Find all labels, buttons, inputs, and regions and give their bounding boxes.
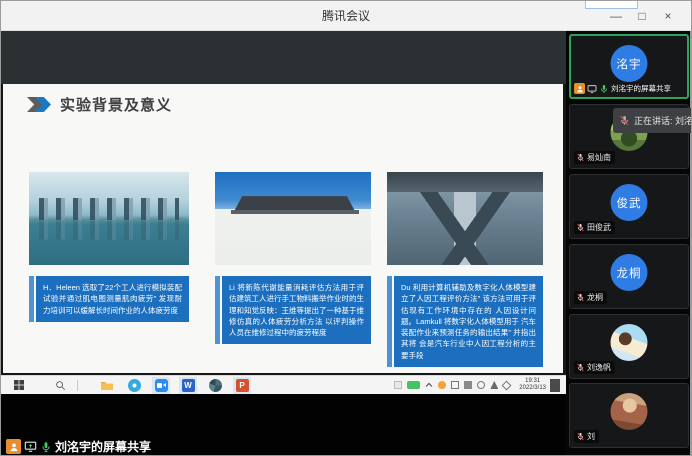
- file-explorer-icon[interactable]: [98, 377, 116, 394]
- participant-tile-sharer[interactable]: 洺宇 刘洺宇的屏幕共享: [569, 34, 689, 99]
- system-tray: [394, 381, 510, 389]
- slide-textbox-2: Li 将新陈代谢能量消耗评估方法用于评估建筑工人进行手工物料搬举作业时的生理和知…: [215, 276, 371, 344]
- participants-sidebar: 洺宇 刘洺宇的屏幕共享: [566, 31, 692, 456]
- participant-status-row: 刘洺宇的屏幕共享: [574, 83, 685, 94]
- textbox-text: Li 将新陈代谢能量消耗评估方法用于评估建筑工人进行手工物料搬举作业时的生理和知…: [222, 276, 371, 344]
- participant-name-pill: 龙桐: [574, 291, 607, 304]
- slide-image-city-skyline: [29, 172, 189, 265]
- participant-name-pill: 易灿南: [574, 151, 615, 164]
- tray-expand-icon[interactable]: [425, 382, 433, 388]
- word-icon[interactable]: W: [179, 377, 197, 394]
- avatar-initials: 龙桐: [611, 254, 648, 291]
- shared-screen-area: 实验背景及意义 H．Heleen 选取了22个工人进行模拟装配试验并通过肌电图测…: [1, 31, 566, 456]
- tray-icon[interactable]: [394, 381, 402, 389]
- textbox-accent-bar: [387, 276, 392, 367]
- meeting-main-area: 实验背景及意义 H．Heleen 选取了22个工人进行模拟装配试验并通过肌电图测…: [1, 31, 691, 455]
- close-button[interactable]: ×: [655, 9, 681, 23]
- textbox-accent-bar: [29, 276, 34, 322]
- speaking-toast-text: 正在讲话: 刘洺: [634, 114, 692, 127]
- avatar-initials: 俊武: [611, 184, 648, 221]
- tray-icon[interactable]: [464, 381, 472, 389]
- screen-share-banner-label: 刘洺宇的屏幕共享: [55, 438, 151, 455]
- slide-column-2: Li 将新陈代谢能量消耗评估方法用于评估建筑工人进行手工物料搬举作业时的生理和知…: [215, 172, 371, 344]
- screen-share-icon: [587, 84, 597, 94]
- tencent-meeting-taskbar-icon[interactable]: [152, 377, 170, 394]
- mic-muted-icon: [576, 223, 585, 232]
- participant-name-pill: 田俊武: [574, 221, 615, 234]
- mic-muted-icon: [619, 115, 630, 126]
- participant-tile[interactable]: 刘逸帆: [569, 314, 689, 379]
- qq-tray-icon[interactable]: [438, 381, 446, 389]
- mic-muted-icon: [576, 363, 585, 372]
- participant-name: 刘: [587, 431, 595, 442]
- start-button[interactable]: [11, 377, 27, 394]
- slide-textbox-1: H．Heleen 选取了22个工人进行模拟装配试验并通过肌电图测量肌肉疲劳” 发…: [29, 276, 189, 322]
- clock-date: 2022/3/13: [519, 385, 546, 392]
- powerpoint-icon[interactable]: P: [233, 377, 251, 394]
- speaking-toast: 正在讲话: 刘洺: [613, 108, 692, 133]
- tencent-meeting-window: 腾讯会议 — □ × 实验背景及意义 H．H: [0, 0, 692, 456]
- host-badge-icon: [6, 439, 21, 454]
- screen-share-icon: [24, 440, 37, 453]
- minimize-button[interactable]: —: [603, 9, 629, 23]
- taskbar-search-icon[interactable]: [53, 377, 67, 394]
- slide-image-staircase: [387, 172, 543, 265]
- avatar-photo: [611, 393, 648, 430]
- media-player-icon[interactable]: [125, 377, 143, 394]
- slide-image-traditional-roof: [215, 172, 371, 265]
- participant-name: 田俊武: [587, 222, 611, 233]
- maximize-button[interactable]: □: [629, 9, 655, 23]
- battery-icon[interactable]: [407, 381, 420, 389]
- slide-title: 实验背景及意义: [60, 94, 172, 115]
- participant-name: 刘洺宇的屏幕共享: [611, 83, 671, 94]
- participant-name-pill: 刘: [574, 430, 599, 443]
- avatar-initials: 洺宇: [611, 45, 648, 82]
- participant-name-pill: 刘逸帆: [574, 361, 615, 374]
- taskbar-divider: [77, 380, 78, 391]
- shared-screen-top-strip: [1, 31, 566, 84]
- mic-muted-icon: [576, 293, 585, 302]
- participant-tile[interactable]: 龙桐 龙桐: [569, 244, 689, 309]
- textbox-text: H．Heleen 选取了22个工人进行模拟装配试验并通过肌电图测量肌肉疲劳” 发…: [36, 276, 189, 322]
- mic-muted-icon: [576, 153, 585, 162]
- slide-column-1: H．Heleen 选取了22个工人进行模拟装配试验并通过肌电图测量肌肉疲劳” 发…: [29, 172, 189, 322]
- participant-name: 易灿南: [587, 152, 611, 163]
- tray-icon[interactable]: [477, 381, 485, 389]
- taskbar-clock[interactable]: 19:31 2022/3/13: [519, 378, 546, 392]
- textbox-text: Du 利用计算机辅助及数字化人体模型建立了人因工程评价方法” 该方法可用于评估现…: [394, 276, 543, 367]
- participant-name: 刘逸帆: [587, 362, 611, 373]
- participant-name: 龙桐: [587, 292, 603, 303]
- slide-column-3: Du 利用计算机辅助及数字化人体模型建立了人因工程评价方法” 该方法可用于评估现…: [387, 172, 543, 367]
- clock-time: 19:31: [519, 378, 546, 385]
- mic-on-icon: [599, 84, 609, 94]
- tray-icon[interactable]: [490, 381, 498, 389]
- avatar-photo: [611, 324, 648, 361]
- mic-muted-icon: [576, 432, 585, 441]
- tray-icon[interactable]: [502, 380, 512, 390]
- overlapping-window-fragment: [585, 1, 638, 9]
- textbox-accent-bar: [215, 276, 220, 344]
- participant-tile[interactable]: 刘: [569, 383, 689, 448]
- notification-center-icon[interactable]: [550, 379, 560, 392]
- tray-icon[interactable]: [451, 381, 459, 389]
- slide-textbox-3: Du 利用计算机辅助及数字化人体模型建立了人因工程评价方法” 该方法可用于评估现…: [387, 276, 543, 367]
- browser-icon[interactable]: [206, 377, 224, 394]
- participant-tile[interactable]: 俊武 田俊武: [569, 174, 689, 239]
- windows-taskbar: W P 19:31 2022/3/13: [1, 375, 566, 394]
- mic-on-icon: [40, 441, 52, 453]
- slide-title-row: 实验背景及意义: [27, 94, 172, 115]
- host-badge-icon: [574, 83, 585, 94]
- presentation-slide: 实验背景及意义 H．Heleen 选取了22个工人进行模拟装配试验并通过肌电图测…: [3, 84, 563, 373]
- screen-share-banner: 刘洺宇的屏幕共享: [6, 438, 151, 455]
